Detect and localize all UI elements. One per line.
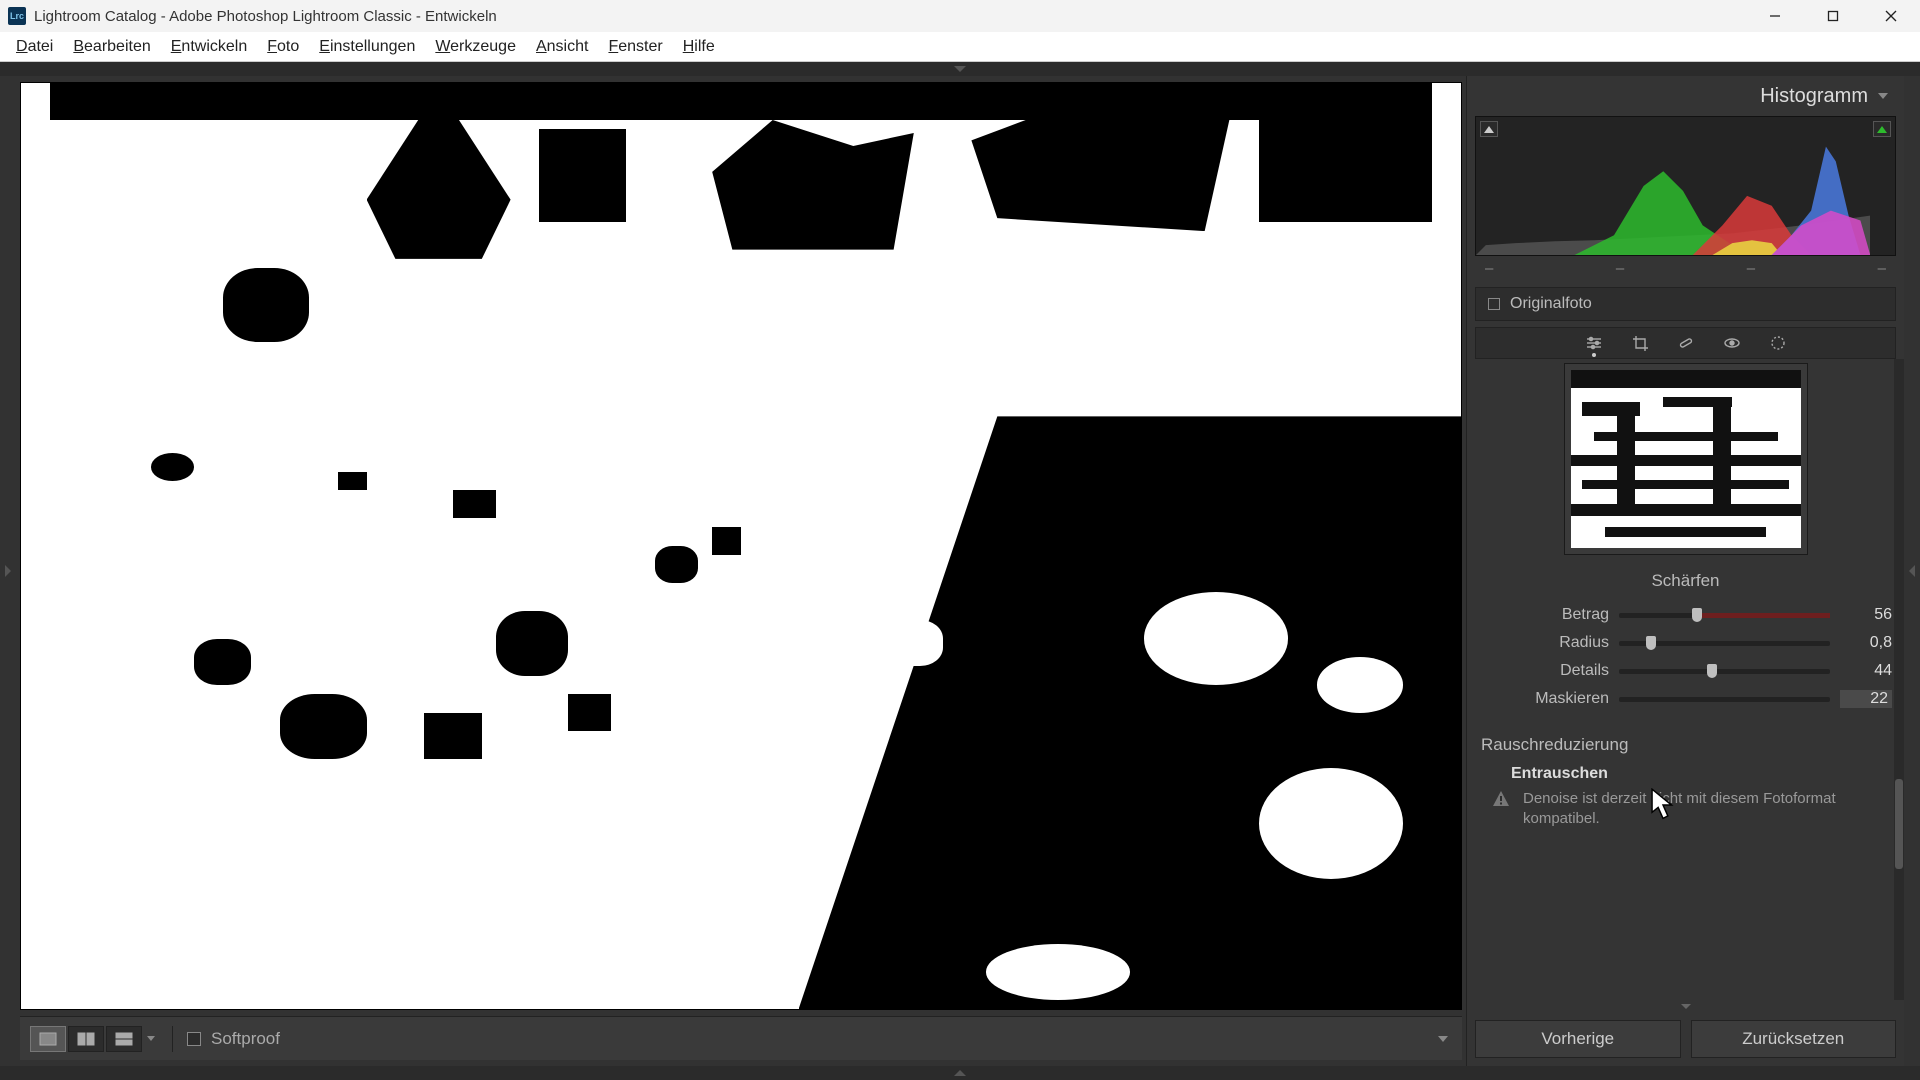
sharpen-masking-row: Maskieren 22	[1475, 685, 1896, 713]
maximize-button[interactable]	[1804, 0, 1862, 32]
detail-thumbnail[interactable]	[1564, 363, 1808, 555]
denoise-label: Entrauschen	[1511, 765, 1896, 783]
denoise-warning: Denoise ist derzeit nicht mit diesem Fot…	[1475, 789, 1896, 830]
before-after-tb-button[interactable]	[106, 1026, 142, 1052]
radius-label: Radius	[1479, 634, 1609, 652]
softproof-checkbox[interactable]	[187, 1032, 201, 1046]
details-value[interactable]: 44	[1840, 662, 1892, 680]
square-icon	[1488, 298, 1500, 310]
highlight-clipping-indicator[interactable]	[1873, 121, 1891, 137]
originalfoto-toggle[interactable]: Originalfoto	[1475, 287, 1896, 321]
masking-label: Maskieren	[1479, 690, 1609, 708]
amount-slider[interactable]	[1619, 613, 1830, 618]
panel-scrollbar[interactable]	[1894, 359, 1904, 1000]
menu-entwickeln[interactable]: Entwickeln	[161, 34, 257, 60]
healing-tool[interactable]	[1676, 333, 1696, 353]
crop-tool[interactable]	[1630, 333, 1650, 353]
details-slider[interactable]	[1619, 669, 1830, 674]
top-panel-collapse[interactable]	[0, 62, 1920, 76]
close-button[interactable]	[1862, 0, 1920, 32]
amount-label: Betrag	[1479, 606, 1609, 624]
edit-sliders-tool[interactable]	[1584, 333, 1604, 353]
menu-foto[interactable]: Foto	[257, 34, 309, 60]
right-panel: Histogramm – – – –	[1466, 76, 1904, 1066]
radius-slider[interactable]	[1619, 641, 1830, 646]
window-titlebar: Lrc Lightroom Catalog - Adobe Photoshop …	[0, 0, 1920, 32]
warning-icon	[1491, 789, 1511, 809]
menu-einstellungen[interactable]: Einstellungen	[309, 34, 425, 60]
noise-reduction-title: Rauschreduzierung	[1481, 735, 1896, 755]
menu-fenster[interactable]: Fenster	[598, 34, 672, 60]
minimize-button[interactable]	[1746, 0, 1804, 32]
denoise-warning-text: Denoise ist derzeit nicht mit diesem Fot…	[1523, 789, 1886, 830]
masking-slider[interactable]	[1619, 697, 1830, 702]
edit-toolstrip	[1475, 327, 1896, 359]
sharpen-section-title: Schärfen	[1475, 571, 1896, 591]
menu-datei[interactable]: Datei	[6, 34, 63, 60]
toolbar-options-menu[interactable]	[1434, 1030, 1452, 1048]
originalfoto-label: Originalfoto	[1510, 295, 1592, 313]
chevron-down-icon	[1878, 93, 1888, 99]
app-icon: Lrc	[8, 7, 26, 25]
left-panel-collapse[interactable]	[0, 76, 16, 1066]
sharpen-details-row: Details 44	[1475, 657, 1896, 685]
histogram-readout: – – – –	[1467, 256, 1904, 283]
previous-button[interactable]: Vorherige	[1475, 1020, 1681, 1058]
radius-value[interactable]: 0,8	[1840, 634, 1892, 652]
preview-image[interactable]	[20, 82, 1462, 1010]
panel-expand-handle[interactable]	[1467, 1000, 1904, 1012]
masking-tool[interactable]	[1768, 333, 1788, 353]
histogram-panel-header[interactable]: Histogramm	[1467, 76, 1904, 116]
histogram[interactable]	[1475, 116, 1896, 256]
masking-value[interactable]: 22	[1840, 690, 1892, 708]
toolbar-divider	[172, 1026, 173, 1052]
view-mode-dropdown[interactable]	[144, 1026, 158, 1052]
menu-werkzeuge[interactable]: Werkzeuge	[425, 34, 526, 60]
histogram-label: Histogramm	[1760, 85, 1868, 108]
sharpen-radius-row: Radius 0,8	[1475, 629, 1896, 657]
amount-value[interactable]: 56	[1840, 606, 1892, 624]
filmstrip-collapse[interactable]	[0, 1066, 1920, 1080]
loupe-view-button[interactable]	[30, 1026, 66, 1052]
image-viewer: Softproof	[16, 76, 1466, 1066]
softproof-label: Softproof	[211, 1029, 280, 1049]
menu-bearbeiten[interactable]: Bearbeiten	[63, 34, 160, 60]
details-label: Details	[1479, 662, 1609, 680]
menu-hilfe[interactable]: Hilfe	[673, 34, 725, 60]
viewer-toolbar: Softproof	[20, 1016, 1462, 1060]
reset-button[interactable]: Zurücksetzen	[1691, 1020, 1897, 1058]
before-after-lr-button[interactable]	[68, 1026, 104, 1052]
menu-bar: Datei Bearbeiten Entwickeln Foto Einstel…	[0, 32, 1920, 62]
menu-ansicht[interactable]: Ansicht	[526, 34, 598, 60]
window-title: Lightroom Catalog - Adobe Photoshop Ligh…	[34, 8, 1746, 25]
right-panel-collapse[interactable]	[1904, 76, 1920, 1066]
redeye-tool[interactable]	[1722, 333, 1742, 353]
sharpen-amount-row: Betrag 56	[1475, 601, 1896, 629]
